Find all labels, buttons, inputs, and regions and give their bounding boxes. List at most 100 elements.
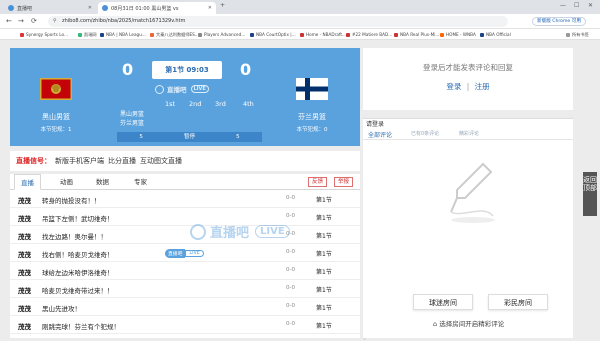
away-timeouts: 5 [236,134,240,140]
reload-icon[interactable]: ⟳ [31,17,37,25]
feed-event: 找右侧！哈麦贝戈维奇！ [42,251,114,259]
pen-illustration-icon [450,162,495,223]
bookmark-favicon-icon [100,32,104,37]
url-bar[interactable]: ⚲ zhibo8.com/zhibo/nba/2025/match1671329… [48,16,508,27]
finland-flag-icon [296,78,328,100]
feed-row: 茂茂 刚跳完球！芬兰有个犯规！ 0-0 第1节 [10,316,360,334]
score-live-link[interactable]: 比分直播 [108,156,136,166]
feedback-button[interactable]: 反馈 [308,177,328,187]
maximize-icon[interactable]: ☐ [574,2,579,9]
login-box: 登录后才能发表评论和回复 登录 | 注册 [363,48,573,110]
close-icon[interactable]: ✕ [205,5,212,11]
link-separator: | [466,82,470,91]
forward-arrow-icon[interactable]: → [18,17,24,25]
feed-score: 0-0 [286,195,295,201]
feed-event: 哈麦贝戈维奇带过来！！ [42,287,114,295]
bookmark-item[interactable]: NBA Official [480,31,511,38]
bookmark-item[interactable]: Home - NBADraft... [300,31,346,38]
tab-favicon-icon [102,5,108,11]
quarter-header: 1st [165,100,176,108]
feed-event: 找左边路！奥尔曼！！ [42,233,107,241]
quarter-header: 4th [243,100,254,108]
tab-live[interactable]: 直播 [14,174,41,190]
feed-period: 第1节 [316,269,332,276]
tab-animation[interactable]: 动画 [54,174,79,190]
bookmark-item[interactable]: Players Advanced... [198,31,245,38]
feed-event: 刚跳完球！芬兰有个犯规！ [42,323,120,331]
bookmark-favicon-icon [480,32,484,37]
feed-period: 第1节 [316,233,332,240]
folder-icon [566,32,570,37]
tab-title: 08月31日 01:00 黑山男篮 vs [111,5,179,12]
comments-body: 球迷房间 彩民房间 ⌂ 选择房间开启精彩评论 [363,140,573,338]
bookmark-favicon-icon [394,32,398,37]
feed-period: 第1节 [316,305,332,312]
bookmark-item[interactable]: 凯瑞网 [78,31,97,38]
mobile-client-link[interactable]: 新版手机客户端 [55,156,104,166]
quarter-header: 2nd [189,100,202,108]
bookmark-favicon-icon [250,32,254,37]
bookmark-item[interactable]: #22 Matiere BAD... [346,31,392,38]
bookmark-favicon-icon [20,32,24,37]
feed-team: 茂茂 [18,197,31,205]
tab-expert[interactable]: 专家 [128,174,153,190]
close-icon[interactable]: ✕ [85,5,92,11]
feed-row: 茂茂 黑山先进攻！ 0-0 第1节 [10,298,360,316]
feed-event: 吊篮下左侧！武切维奇！ [42,215,114,223]
new-tab-button[interactable]: + [220,2,225,9]
login-link[interactable]: 登录 [446,82,461,91]
feed-team: 茂茂 [18,251,31,259]
content-tabs: 直播 动画 数据 专家 反馈 举报 [10,174,360,190]
tab-all-comments[interactable]: 全部评论 [368,130,392,139]
close-window-icon[interactable]: ✕ [588,2,593,9]
bookmark-item[interactable]: NBA | NBA Leagu... [100,31,146,38]
minimize-icon[interactable]: — [560,2,566,9]
comment-column: 登录后才能发表评论和回复 登录 | 注册 请登录 全部评论 已有0条评论 精彩评… [363,48,573,338]
bookmark-favicon-icon [150,32,154,37]
bettor-room-button[interactable]: 彩民房间 [488,294,548,310]
bookmark-item[interactable]: Synergy Sports Lo... [20,31,68,38]
back-to-top-button[interactable]: 返回顶部 [583,172,597,216]
bookmark-item[interactable]: NBA CourtOptix |... [250,31,296,38]
bookmarks-bar: Synergy Sports Lo... 凯瑞网 NBA | NBA Leagu… [0,29,600,40]
page-content: 黑山男篮 本节犯规：1 0 第1节 09:03 0 直播吧 LIVE 1st 2… [0,40,600,341]
feed-score: 0-0 [286,267,295,273]
quarter-team-away: 芬兰男篮 [120,120,145,127]
browser-tab-active[interactable]: 08月31日 01:00 黑山男篮 vs ✕ [98,2,216,14]
bookmark-item[interactable]: 大秦八达利数据师ES... [150,31,199,38]
back-arrow-icon[interactable]: ← [6,17,12,25]
feed-team: 茂茂 [18,287,31,295]
bookmark-favicon-icon [300,32,304,37]
bookmark-item[interactable]: NBA Real Plus-Mi... [394,31,439,38]
bookmark-item[interactable]: HOME - WNBA [440,31,476,38]
feed-score: 0-0 [286,213,295,219]
logo-circle-icon [190,223,206,240]
feed-period: 第1节 [316,287,332,294]
feed-event: 球给左边米哈伊洛维奇！ [42,269,114,277]
tab-comment-count[interactable]: 已有0条评论 [411,130,439,137]
bookmark-favicon-icon [198,32,202,37]
quarter-team-home: 黑山男篮 [120,111,145,118]
scoreboard: 黑山男篮 本节犯规：1 0 第1节 09:03 0 直播吧 LIVE 1st 2… [10,48,360,146]
comments-title: 请登录 [363,118,573,128]
feed-score: 0-0 [286,303,295,309]
tab-title: 直播吧 [17,5,33,12]
address-toolbar: ← → ⟳ ⚲ zhibo8.com/zhibo/nba/2025/match1… [0,14,600,29]
browser-tab[interactable]: 直播吧 ✕ [4,2,96,14]
home-timeouts: 5 [139,134,143,140]
live-signal-bar: 直播信号： 新版手机客户端 比分直播 互动图文直播 [10,151,360,171]
update-chrome-button[interactable]: 新版版 Chrome 可用 [532,17,586,26]
bookmark-folder[interactable]: 所有书签 [566,31,589,38]
register-link[interactable]: 注册 [475,82,490,91]
feed-period: 第1节 [316,197,332,204]
feed-score: 0-0 [286,249,295,255]
fan-room-button[interactable]: 球迷房间 [413,294,473,310]
report-button[interactable]: 举报 [334,177,354,187]
tab-stats[interactable]: 数据 [90,174,115,190]
feed-watermark-logo: 直播吧 LIVE [190,222,290,241]
tab-top-comments[interactable]: 精彩评论 [459,130,479,137]
bookmark-favicon-icon [346,32,350,37]
feed-team: 茂茂 [18,305,31,313]
text-live-link[interactable]: 互动图文直播 [140,156,182,166]
login-hint: 登录后才能发表评论和回复 [423,63,513,72]
